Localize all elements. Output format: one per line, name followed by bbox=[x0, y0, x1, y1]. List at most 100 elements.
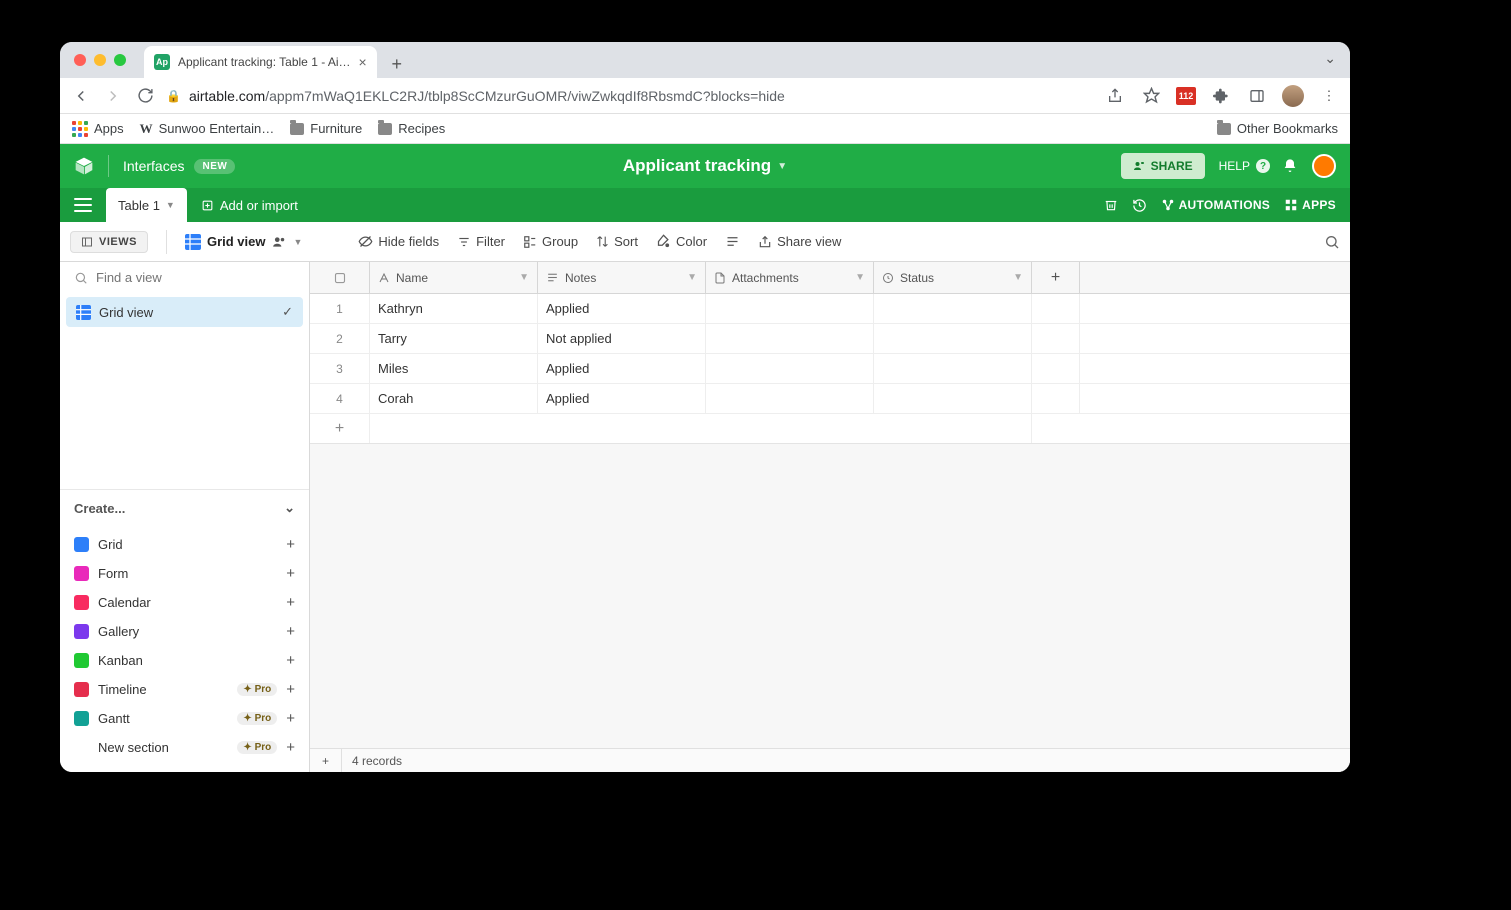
cell-name[interactable]: Corah bbox=[370, 384, 538, 413]
views-button[interactable]: VIEWS bbox=[70, 231, 148, 253]
cell-name[interactable]: Tarry bbox=[370, 324, 538, 353]
table-row[interactable]: 2TarryNot applied bbox=[310, 324, 1350, 354]
bookmark-label: Furniture bbox=[310, 121, 362, 136]
cell-status[interactable] bbox=[874, 324, 1032, 353]
share-view-button[interactable]: Share view bbox=[758, 234, 841, 249]
column-header-attachments[interactable]: Attachments▼ bbox=[706, 262, 874, 293]
find-view-input[interactable] bbox=[96, 270, 295, 285]
create-view-timeline[interactable]: Timeline✦ Pro+ bbox=[68, 675, 301, 704]
create-view-grid[interactable]: Grid+ bbox=[68, 530, 301, 559]
cell-notes[interactable]: Applied bbox=[538, 384, 706, 413]
tabs-overflow-icon[interactable]: ⌄ bbox=[1324, 50, 1336, 67]
forward-button[interactable] bbox=[102, 85, 124, 107]
view-type-icon bbox=[74, 682, 89, 697]
table-row[interactable]: 3MilesApplied bbox=[310, 354, 1350, 384]
maximize-window-icon[interactable] bbox=[114, 54, 126, 66]
base-name[interactable]: Applicant tracking▼ bbox=[623, 156, 787, 176]
cell-name[interactable]: Miles bbox=[370, 354, 538, 383]
new-tab-button[interactable]: + bbox=[383, 50, 411, 78]
minimize-window-icon[interactable] bbox=[94, 54, 106, 66]
cell-notes[interactable]: Not applied bbox=[538, 324, 706, 353]
automations-link[interactable]: AUTOMATIONS bbox=[1161, 198, 1271, 212]
add-row[interactable]: + bbox=[310, 414, 1350, 444]
cell-attachments[interactable] bbox=[706, 294, 874, 323]
star-icon[interactable] bbox=[1140, 85, 1162, 107]
help-icon[interactable]: ? bbox=[1256, 159, 1270, 173]
plus-icon[interactable]: + bbox=[286, 652, 295, 669]
row-height-button[interactable] bbox=[725, 234, 740, 249]
plus-icon[interactable]: + bbox=[286, 594, 295, 611]
view-type-icon bbox=[74, 624, 89, 639]
add-row-footer[interactable]: + bbox=[310, 749, 342, 772]
bookmark-item[interactable]: Recipes bbox=[378, 121, 445, 136]
share-url-icon[interactable] bbox=[1104, 85, 1126, 107]
cell-attachments[interactable] bbox=[706, 324, 874, 353]
create-view-new-section[interactable]: New section✦ Pro+ bbox=[68, 733, 301, 762]
cell-status[interactable] bbox=[874, 354, 1032, 383]
cell-status[interactable] bbox=[874, 384, 1032, 413]
view-item-grid[interactable]: Grid view ✓ bbox=[66, 297, 303, 327]
column-header-status[interactable]: Status▼ bbox=[874, 262, 1032, 293]
trash-icon[interactable] bbox=[1104, 198, 1118, 212]
plus-icon[interactable]: + bbox=[286, 681, 295, 698]
apps-link[interactable]: APPS bbox=[1284, 198, 1336, 212]
view-name[interactable]: Grid view ▼ bbox=[185, 234, 302, 250]
airtable-logo-icon[interactable] bbox=[74, 156, 94, 176]
notifications-icon[interactable] bbox=[1282, 158, 1298, 174]
bookmark-item[interactable]: WSunwoo Entertain… bbox=[140, 121, 275, 137]
group-button[interactable]: Group bbox=[523, 234, 578, 249]
plus-icon[interactable]: + bbox=[286, 565, 295, 582]
user-avatar[interactable] bbox=[1312, 154, 1336, 178]
extension-badge[interactable]: 112 bbox=[1176, 87, 1196, 105]
profile-avatar[interactable] bbox=[1282, 85, 1304, 107]
address-bar[interactable]: 🔒 airtable.com/appm7mWaQ1EKLC2RJ/tblp8Sc… bbox=[166, 88, 1094, 104]
bookmark-item[interactable]: Furniture bbox=[290, 121, 362, 136]
cell-attachments[interactable] bbox=[706, 354, 874, 383]
help-link[interactable]: HELP bbox=[1219, 159, 1250, 173]
cell-notes[interactable]: Applied bbox=[538, 294, 706, 323]
add-or-import-button[interactable]: Add or import bbox=[201, 198, 298, 213]
share-button[interactable]: SHARE bbox=[1121, 153, 1205, 179]
history-icon[interactable] bbox=[1132, 198, 1147, 213]
browser-tab[interactable]: Ap Applicant tracking: Table 1 - Ai… × bbox=[144, 46, 377, 78]
reload-button[interactable] bbox=[134, 85, 156, 107]
other-bookmarks[interactable]: Other Bookmarks bbox=[1217, 121, 1338, 136]
sidepanel-icon[interactable] bbox=[1246, 85, 1268, 107]
hide-fields-button[interactable]: Hide fields bbox=[358, 234, 439, 249]
cell-name[interactable]: Kathryn bbox=[370, 294, 538, 323]
create-view-form[interactable]: Form+ bbox=[68, 559, 301, 588]
create-view-gantt[interactable]: Gantt✦ Pro+ bbox=[68, 704, 301, 733]
back-button[interactable] bbox=[70, 85, 92, 107]
plus-icon[interactable]: + bbox=[286, 710, 295, 727]
filter-button[interactable]: Filter bbox=[457, 234, 505, 249]
add-field-button[interactable]: + bbox=[1032, 262, 1080, 293]
view-type-icon bbox=[74, 566, 89, 581]
plus-icon[interactable]: + bbox=[286, 536, 295, 553]
create-header[interactable]: Create... ⌄ bbox=[60, 489, 309, 526]
plus-icon[interactable]: + bbox=[286, 739, 295, 756]
create-label: Timeline bbox=[98, 682, 147, 697]
plus-icon[interactable]: + bbox=[286, 623, 295, 640]
close-window-icon[interactable] bbox=[74, 54, 86, 66]
apps-shortcut[interactable]: Apps bbox=[72, 121, 124, 137]
sort-button[interactable]: Sort bbox=[596, 234, 638, 249]
create-view-kanban[interactable]: Kanban+ bbox=[68, 646, 301, 675]
cell-status[interactable] bbox=[874, 294, 1032, 323]
extensions-icon[interactable] bbox=[1210, 85, 1232, 107]
color-button[interactable]: Color bbox=[656, 234, 707, 249]
interfaces-link[interactable]: Interfaces bbox=[123, 158, 184, 174]
close-tab-icon[interactable]: × bbox=[359, 54, 367, 70]
column-header-notes[interactable]: Notes▼ bbox=[538, 262, 706, 293]
select-all-cell[interactable] bbox=[310, 262, 370, 293]
create-view-calendar[interactable]: Calendar+ bbox=[68, 588, 301, 617]
create-view-gallery[interactable]: Gallery+ bbox=[68, 617, 301, 646]
base-menu-icon[interactable] bbox=[74, 198, 92, 212]
search-icon[interactable] bbox=[1324, 234, 1340, 250]
table-tab[interactable]: Table 1▼ bbox=[106, 188, 187, 222]
table-row[interactable]: 1KathrynApplied bbox=[310, 294, 1350, 324]
column-header-name[interactable]: Name▼ bbox=[370, 262, 538, 293]
cell-attachments[interactable] bbox=[706, 384, 874, 413]
cell-notes[interactable]: Applied bbox=[538, 354, 706, 383]
table-row[interactable]: 4CorahApplied bbox=[310, 384, 1350, 414]
browser-menu-icon[interactable]: ⋮ bbox=[1318, 85, 1340, 107]
